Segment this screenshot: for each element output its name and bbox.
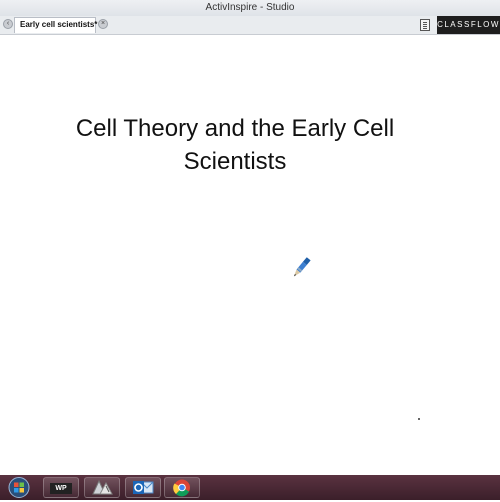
chrome-icon <box>173 479 190 497</box>
wordperfect-icon: WP <box>50 483 72 494</box>
start-orb-icon[interactable] <box>5 476 33 499</box>
slide-title: Cell Theory and the Early Cell Scientist… <box>0 112 470 178</box>
close-icon[interactable]: × <box>98 19 108 29</box>
classflow-button[interactable]: CLASSFLOW <box>437 16 500 34</box>
slide-title-line-1: Cell Theory and the Early Cell <box>75 115 395 142</box>
stray-mark <box>418 418 420 420</box>
taskbar-wordperfect-button[interactable]: WP <box>43 477 79 498</box>
taskbar: WP <box>0 475 500 500</box>
window-title: ActivInspire - Studio <box>205 2 295 13</box>
slide-title-line-2: Scientists <box>183 148 287 175</box>
outlook-icon <box>133 481 154 494</box>
pen-tool-icon[interactable] <box>290 255 312 281</box>
taskbar-chrome-button[interactable] <box>164 477 200 498</box>
taskbar-outlook-button[interactable] <box>125 477 161 498</box>
flipchart-canvas[interactable] <box>0 35 500 475</box>
tab-early-cell-scientists[interactable]: Early cell scientists* <box>14 17 98 33</box>
document-icon[interactable] <box>420 19 430 31</box>
taskbar-activinspire-button[interactable] <box>84 477 120 498</box>
activinspire-icon <box>92 479 113 495</box>
left-arrow-icon[interactable]: ‹ <box>3 19 13 29</box>
tab-label: Early cell scientists* <box>20 20 98 29</box>
window-titlebar: ActivInspire - Studio <box>0 0 500 17</box>
